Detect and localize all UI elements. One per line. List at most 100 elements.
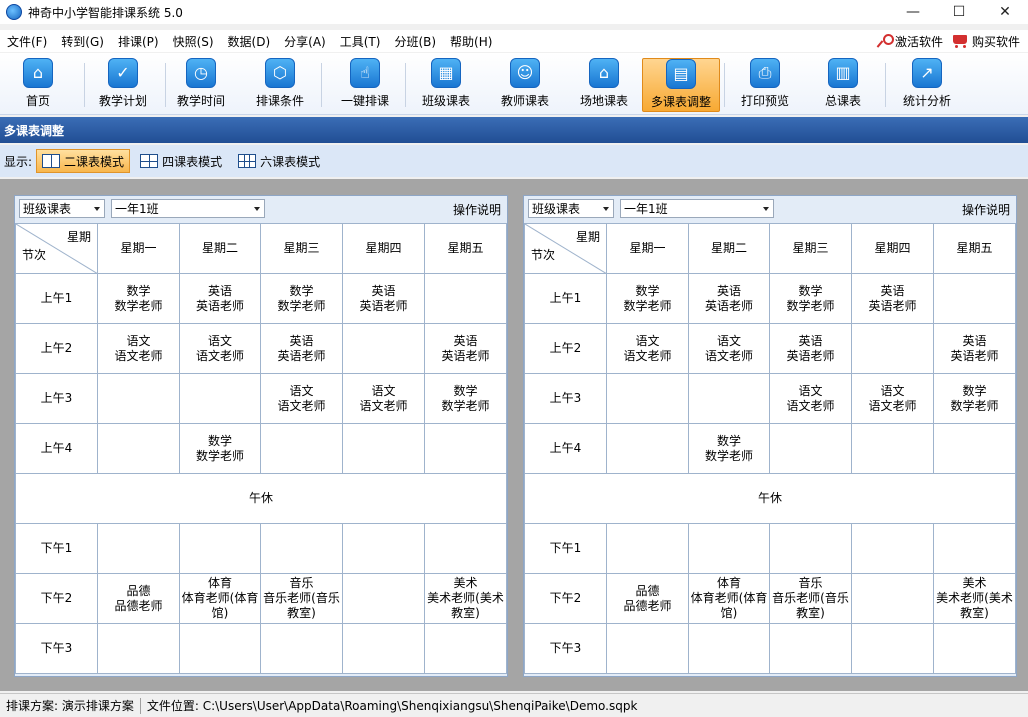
- close-button[interactable]: ✕: [982, 0, 1028, 24]
- lesson-cell[interactable]: 英语 英语老师: [851, 273, 934, 324]
- menu-goto[interactable]: 转到(G): [54, 33, 111, 50]
- lesson-cell[interactable]: 数学 数学老师: [606, 273, 689, 324]
- lesson-cell[interactable]: 数学 数学老师: [179, 423, 261, 474]
- lesson-cell[interactable]: 语文 语文老师: [97, 323, 180, 374]
- toolbar-button-teacher[interactable]: ☺ 教师课表: [494, 58, 556, 112]
- lesson-cell[interactable]: [179, 373, 261, 424]
- lesson-cell[interactable]: [851, 323, 934, 374]
- lesson-cell[interactable]: [851, 623, 934, 674]
- lesson-cell[interactable]: 英语 英语老师: [342, 273, 425, 324]
- lesson-cell[interactable]: [688, 373, 770, 424]
- lesson-cell[interactable]: 数学 数学老师: [424, 373, 507, 424]
- lesson-cell[interactable]: 语文 语文老师: [851, 373, 934, 424]
- toolbar-button-clipboard[interactable]: ✓ 教学计划: [94, 58, 152, 112]
- toolbar-button-chart[interactable]: ↗ 统计分析: [896, 58, 958, 112]
- lesson-cell[interactable]: 英语 英语老师: [260, 323, 343, 374]
- instructions-link-left[interactable]: 操作说明: [453, 201, 501, 218]
- lesson-cell[interactable]: 美术 美术老师(美术教室): [933, 573, 1016, 624]
- lesson-cell[interactable]: [424, 623, 507, 674]
- lesson-cell[interactable]: 体育 体育老师(体育馆): [179, 573, 261, 624]
- lesson-cell[interactable]: [424, 523, 507, 574]
- lesson-cell[interactable]: [769, 523, 852, 574]
- toolbar-button-cubes[interactable]: ⬡ 排课条件: [253, 58, 307, 112]
- toolbar-button-master-table[interactable]: ▥ 总课表: [818, 58, 868, 112]
- lesson-cell[interactable]: [933, 273, 1016, 324]
- lesson-cell[interactable]: [97, 373, 180, 424]
- lesson-cell[interactable]: 语文 语文老师: [342, 373, 425, 424]
- lesson-cell[interactable]: 数学 数学老师: [97, 273, 180, 324]
- toolbar-button-calendar[interactable]: ▦ 班级课表: [415, 58, 477, 112]
- menu-class-division[interactable]: 分班(B): [387, 33, 443, 50]
- lesson-cell[interactable]: [688, 623, 770, 674]
- lesson-cell[interactable]: [851, 523, 934, 574]
- class-select-right[interactable]: 一年1班: [620, 199, 774, 218]
- lesson-cell[interactable]: [769, 423, 852, 474]
- lesson-cell[interactable]: [933, 623, 1016, 674]
- lesson-cell[interactable]: 数学 数学老师: [933, 373, 1016, 424]
- lesson-cell[interactable]: 数学 数学老师: [688, 423, 770, 474]
- lesson-cell[interactable]: [97, 523, 180, 574]
- lesson-cell[interactable]: [260, 423, 343, 474]
- menu-share[interactable]: 分享(A): [277, 33, 333, 50]
- menu-tools[interactable]: 工具(T): [333, 33, 388, 50]
- buy-software-link[interactable]: 购买软件: [951, 33, 1020, 50]
- lesson-cell[interactable]: [342, 573, 425, 624]
- lesson-cell[interactable]: 语文 语文老师: [260, 373, 343, 424]
- lesson-cell[interactable]: 美术 美术老师(美术教室): [424, 573, 507, 624]
- toolbar-button-home[interactable]: ⌂ 首页: [12, 58, 64, 112]
- lesson-cell[interactable]: [606, 423, 689, 474]
- toolbar-button-printer[interactable]: ⎙ 打印预览: [736, 58, 794, 112]
- menu-schedule[interactable]: 排课(P): [111, 33, 166, 50]
- lesson-cell[interactable]: [260, 623, 343, 674]
- four-table-mode-button[interactable]: 四课表模式: [134, 149, 228, 173]
- lesson-cell[interactable]: [606, 523, 689, 574]
- lesson-cell[interactable]: [688, 523, 770, 574]
- lesson-cell[interactable]: [342, 523, 425, 574]
- lesson-cell[interactable]: 英语 英语老师: [688, 273, 770, 324]
- menu-file[interactable]: 文件(F): [0, 33, 54, 50]
- lesson-cell[interactable]: 品德 品德老师: [606, 573, 689, 624]
- toolbar-button-clock[interactable]: ◷ 教学时间: [174, 58, 228, 112]
- lesson-cell[interactable]: 音乐 音乐老师(音乐教室): [769, 573, 852, 624]
- activate-software-link[interactable]: 激活软件: [877, 33, 943, 50]
- lesson-cell[interactable]: [606, 623, 689, 674]
- six-table-mode-button[interactable]: 六课表模式: [232, 149, 326, 173]
- toolbar-button-hand[interactable]: ☝ 一键排课: [336, 58, 394, 112]
- minimize-button[interactable]: —: [890, 0, 936, 24]
- lesson-cell[interactable]: 音乐 音乐老师(音乐教室): [260, 573, 343, 624]
- timetable-type-select-left[interactable]: 班级课表: [19, 199, 105, 218]
- lesson-cell[interactable]: 语文 语文老师: [606, 323, 689, 374]
- lesson-cell[interactable]: [179, 623, 261, 674]
- menu-snapshot[interactable]: 快照(S): [166, 33, 221, 50]
- lesson-cell[interactable]: [260, 523, 343, 574]
- lesson-cell[interactable]: 语文 语文老师: [769, 373, 852, 424]
- toolbar-button-building[interactable]: ⌂ 场地课表: [573, 58, 635, 112]
- two-table-mode-button[interactable]: 二课表模式: [36, 149, 131, 173]
- lesson-cell[interactable]: [342, 323, 425, 374]
- lesson-cell[interactable]: [851, 423, 934, 474]
- lesson-cell[interactable]: 英语 英语老师: [933, 323, 1016, 374]
- lesson-cell[interactable]: 语文 语文老师: [179, 323, 261, 374]
- lesson-cell[interactable]: 品德 品德老师: [97, 573, 180, 624]
- menu-data[interactable]: 数据(D): [221, 33, 278, 50]
- lesson-cell[interactable]: [179, 523, 261, 574]
- lesson-cell[interactable]: [97, 423, 180, 474]
- lesson-cell[interactable]: [424, 423, 507, 474]
- class-select-left[interactable]: 一年1班: [111, 199, 265, 218]
- lesson-cell[interactable]: [851, 573, 934, 624]
- lesson-cell[interactable]: [97, 623, 180, 674]
- lesson-cell[interactable]: [606, 373, 689, 424]
- lesson-cell[interactable]: 语文 语文老师: [688, 323, 770, 374]
- menu-help[interactable]: 帮助(H): [443, 33, 499, 50]
- lesson-cell[interactable]: 英语 英语老师: [179, 273, 261, 324]
- lesson-cell[interactable]: 英语 英语老师: [424, 323, 507, 374]
- instructions-link-right[interactable]: 操作说明: [962, 201, 1010, 218]
- lesson-cell[interactable]: 数学 数学老师: [260, 273, 343, 324]
- lesson-cell[interactable]: [933, 423, 1016, 474]
- lesson-cell[interactable]: [342, 623, 425, 674]
- timetable-type-select-right[interactable]: 班级课表: [528, 199, 614, 218]
- lesson-cell[interactable]: 英语 英语老师: [769, 323, 852, 374]
- lesson-cell[interactable]: [424, 273, 507, 324]
- toolbar-button-multi-table[interactable]: ▤ 多课表调整: [642, 58, 720, 112]
- maximize-button[interactable]: ☐: [936, 0, 982, 24]
